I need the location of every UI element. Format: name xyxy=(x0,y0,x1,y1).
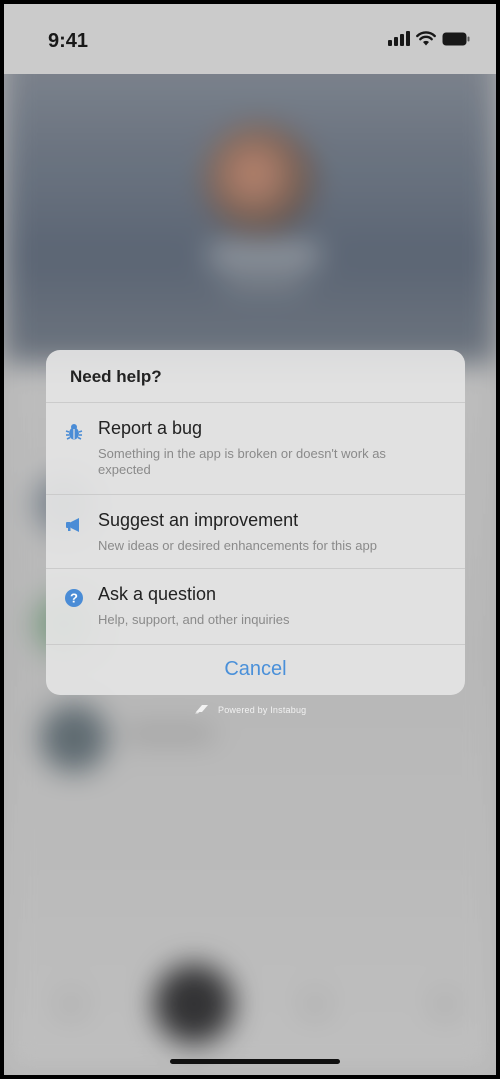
powered-by-footer: Powered by Instabug xyxy=(194,704,306,716)
svg-text:?: ? xyxy=(70,591,78,606)
question-icon: ? xyxy=(64,588,84,608)
instabug-logo-icon xyxy=(194,704,210,716)
suggest-improvement-description: New ideas or desired enhancements for th… xyxy=(98,538,377,553)
megaphone-icon xyxy=(64,514,84,534)
ask-question-option[interactable]: ? Ask a question Help, support, and othe… xyxy=(46,568,465,644)
help-action-sheet: Need help? Report a bug Something in the… xyxy=(46,350,465,695)
suggest-improvement-option[interactable]: Suggest an improvement New ideas or desi… xyxy=(46,494,465,568)
report-bug-title: Report a bug xyxy=(98,418,203,438)
sheet-title: Need help? xyxy=(70,367,162,386)
suggest-improvement-title: Suggest an improvement xyxy=(98,510,299,530)
ask-question-description: Help, support, and other inquiries xyxy=(98,612,290,627)
home-indicator[interactable] xyxy=(170,1059,340,1064)
device-screen: 9:41 Need help? Report a bug Something i… xyxy=(4,4,496,1075)
ask-question-title: Ask a question xyxy=(98,584,217,604)
divider xyxy=(46,644,465,645)
report-bug-description: Something in the app is broken or doesn'… xyxy=(98,446,386,477)
powered-by-text: Powered by Instabug xyxy=(218,705,307,715)
report-bug-option[interactable]: Report a bug Something in the app is bro… xyxy=(46,402,465,494)
bug-icon xyxy=(64,422,84,442)
cancel-button[interactable]: Cancel xyxy=(46,646,465,695)
